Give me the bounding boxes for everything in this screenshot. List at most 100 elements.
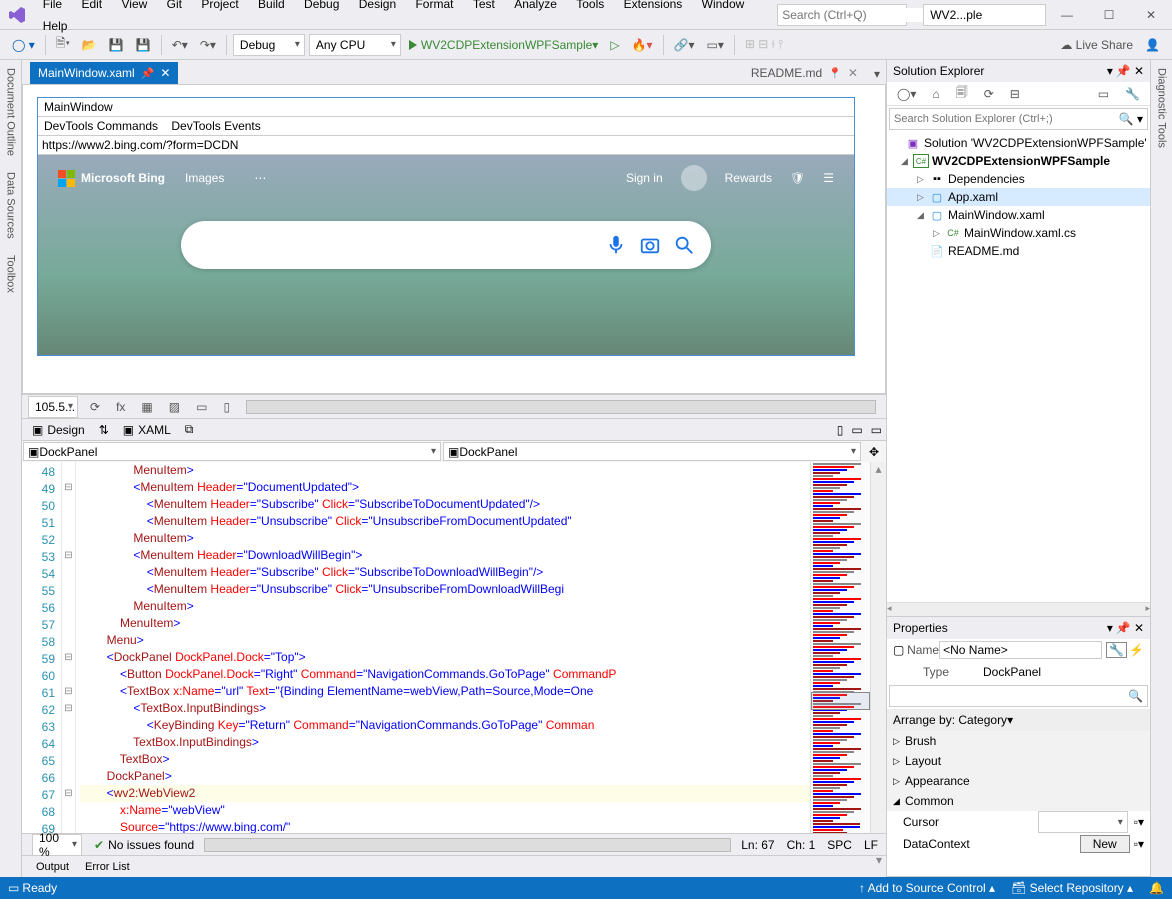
horizontal-scrollbar[interactable] [204,838,731,852]
start-debug-button[interactable]: WV2CDPExtensionWPFSample ▾ [403,36,604,54]
menu-debug[interactable]: Debug [296,0,347,15]
menu-design[interactable]: Design [351,0,404,15]
search-icon[interactable] [673,234,695,256]
menu-view[interactable]: View [113,0,155,15]
prop-cursor-combo[interactable] [1038,811,1128,833]
menu-build[interactable]: Build [250,0,293,15]
platform-combo[interactable]: Any CPU [309,34,401,56]
solution-selector[interactable]: WV2...ple [923,4,1046,26]
breadcrumb-right[interactable]: ▣ DockPanel [443,442,861,461]
zoom-combo[interactable]: 105.5... [28,396,78,418]
prop-new-button[interactable]: New [1080,835,1130,853]
undo-button[interactable]: ↶▾ [167,35,193,55]
design-address-input[interactable] [42,138,850,152]
tab-overflow-button[interactable]: ▾ [869,64,885,84]
xaml-tab[interactable]: ▣ XAML [117,421,177,439]
se-sync-icon[interactable]: 🗐 [951,80,973,107]
prop-name-input[interactable] [939,641,1102,659]
refresh-icon[interactable]: ⟳ [85,397,105,417]
tree-readme-node[interactable]: 📄README.md [887,242,1150,260]
menu-format[interactable]: Format [407,0,461,15]
design-menu-devtools-commands[interactable]: DevTools Commands [44,119,158,133]
bottom-tab-error-list[interactable]: Error List [77,859,138,875]
open-file-button[interactable]: 📂 [77,35,102,55]
se-properties-icon[interactable]: 🔧 [1120,84,1145,104]
caret-col[interactable]: Ch: 1 [787,838,816,852]
pin-icon[interactable]: 📌 [141,67,155,80]
se-back-icon[interactable]: ◯▾ [892,84,921,104]
save-button[interactable]: 💾 [104,35,129,55]
start-without-debug-button[interactable]: ▷ [605,35,624,55]
split-v-icon[interactable]: ▭ [851,423,862,437]
left-tab-document-outline[interactable]: Document Outline [3,60,19,164]
arrange-by[interactable]: Arrange by: Category [893,713,1007,727]
design-tab[interactable]: ▣ Design [26,421,91,439]
snap-icon[interactable]: ▨ [164,397,185,417]
camera-icon[interactable] [639,234,661,256]
menu-edit[interactable]: Edit [73,0,110,15]
mic-icon[interactable] [605,234,627,256]
panel-close-icon[interactable]: ✕ [1134,621,1144,635]
tree-deps-node[interactable]: ▷▪▪Dependencies [887,170,1150,188]
panel-pin-icon[interactable]: 📌 [1116,64,1131,78]
device-icon[interactable]: ▭ [191,397,212,417]
events-icon[interactable]: ⚡ [1129,643,1144,657]
tree-app-xaml-node[interactable]: ▷▢App.xaml [887,188,1150,206]
menu-tools[interactable]: Tools [568,0,612,15]
bing-hamburger-icon[interactable]: ☰ [823,171,834,185]
eol-mode[interactable]: LF [864,838,878,852]
properties-search-input[interactable] [894,690,1128,702]
designer-scrollbar[interactable] [246,400,876,414]
window-close-button[interactable]: ✕ [1130,0,1172,30]
select-repository[interactable]: 🗃 Select Repository ▴ [1011,881,1133,895]
breadcrumb-left[interactable]: ▣ DockPanel [23,442,441,461]
device2-icon[interactable]: ▯ [218,397,235,417]
indent-mode[interactable]: SPC [827,838,852,852]
panel-dropdown-icon[interactable]: ▾ [1107,621,1113,635]
menu-git[interactable]: Git [159,0,190,15]
menu-window[interactable]: Window [694,0,753,15]
split-collapse-icon[interactable]: ▭ [871,423,882,437]
tree-mainwindow-xaml-node[interactable]: ◢▢MainWindow.xaml [887,206,1150,224]
xaml-designer[interactable]: MainWindow DevTools Commands DevTools Ev… [22,84,886,394]
tab-close-button[interactable]: ✕ [160,66,170,80]
bing-images-link[interactable]: Images [185,171,224,185]
solution-explorer-search-input[interactable] [894,113,1119,125]
layout-button[interactable]: ▭▾ [702,35,729,55]
redo-button[interactable]: ↷▾ [195,35,221,55]
se-home-icon[interactable]: ⌂ [927,84,944,104]
panel-close-icon[interactable]: ✕ [1134,64,1144,78]
grid-icon[interactable]: ▦ [136,397,157,417]
browser-link-button[interactable]: 🔗▾ [669,35,700,55]
config-combo[interactable]: Debug [233,34,305,56]
prop-marker-icon[interactable]: ▫▾ [1134,837,1144,851]
design-menu-devtools-events[interactable]: DevTools Events [171,119,260,133]
nav-back-button[interactable]: ◯ ▾ [7,35,40,55]
effects-icon[interactable]: fx [111,397,130,417]
global-search-input[interactable] [782,8,937,22]
swap-panes-icon[interactable]: ⇅ [99,423,109,437]
notifications-icon[interactable]: 🔔 [1149,881,1164,895]
panel-pin-icon[interactable]: 📌 [1116,621,1131,635]
bing-more-icon[interactable]: ⋯ [254,171,266,185]
feedback-button[interactable]: 👤 [1140,35,1165,55]
bing-rewards-link[interactable]: Rewards [725,171,772,185]
bing-signin-link[interactable]: Sign in [626,171,663,185]
panel-dropdown-icon[interactable]: ▾ [1107,64,1113,78]
editor-zoom-combo[interactable]: 100 % [32,834,82,856]
pin-icon[interactable]: 📍 [828,67,842,80]
bing-rewards-icon[interactable]: 🛡 [790,171,805,185]
popout-icon[interactable]: ⧉ [185,422,194,437]
cat-common[interactable]: ◢Common [887,791,1150,811]
new-item-button[interactable]: 🗎▾ [51,31,75,58]
se-showall-icon[interactable]: ▭ [1093,84,1114,104]
live-share-button[interactable]: ☁ Live Share [1055,35,1138,55]
code-editor[interactable]: MenuItem> <MenuItem Header="DocumentUpda… [76,462,810,833]
doc-tab-readme[interactable]: README.md 📍 ✕ [743,62,866,84]
bing-search-box[interactable] [181,221,711,269]
window-minimize-button[interactable]: — [1046,0,1088,30]
menu-file[interactable]: File [35,0,70,15]
minimap[interactable] [810,462,870,833]
split-thumb-icon[interactable]: ✥ [862,441,886,462]
doc-tab-mainwindow[interactable]: MainWindow.xaml 📌 ✕ [30,62,178,84]
